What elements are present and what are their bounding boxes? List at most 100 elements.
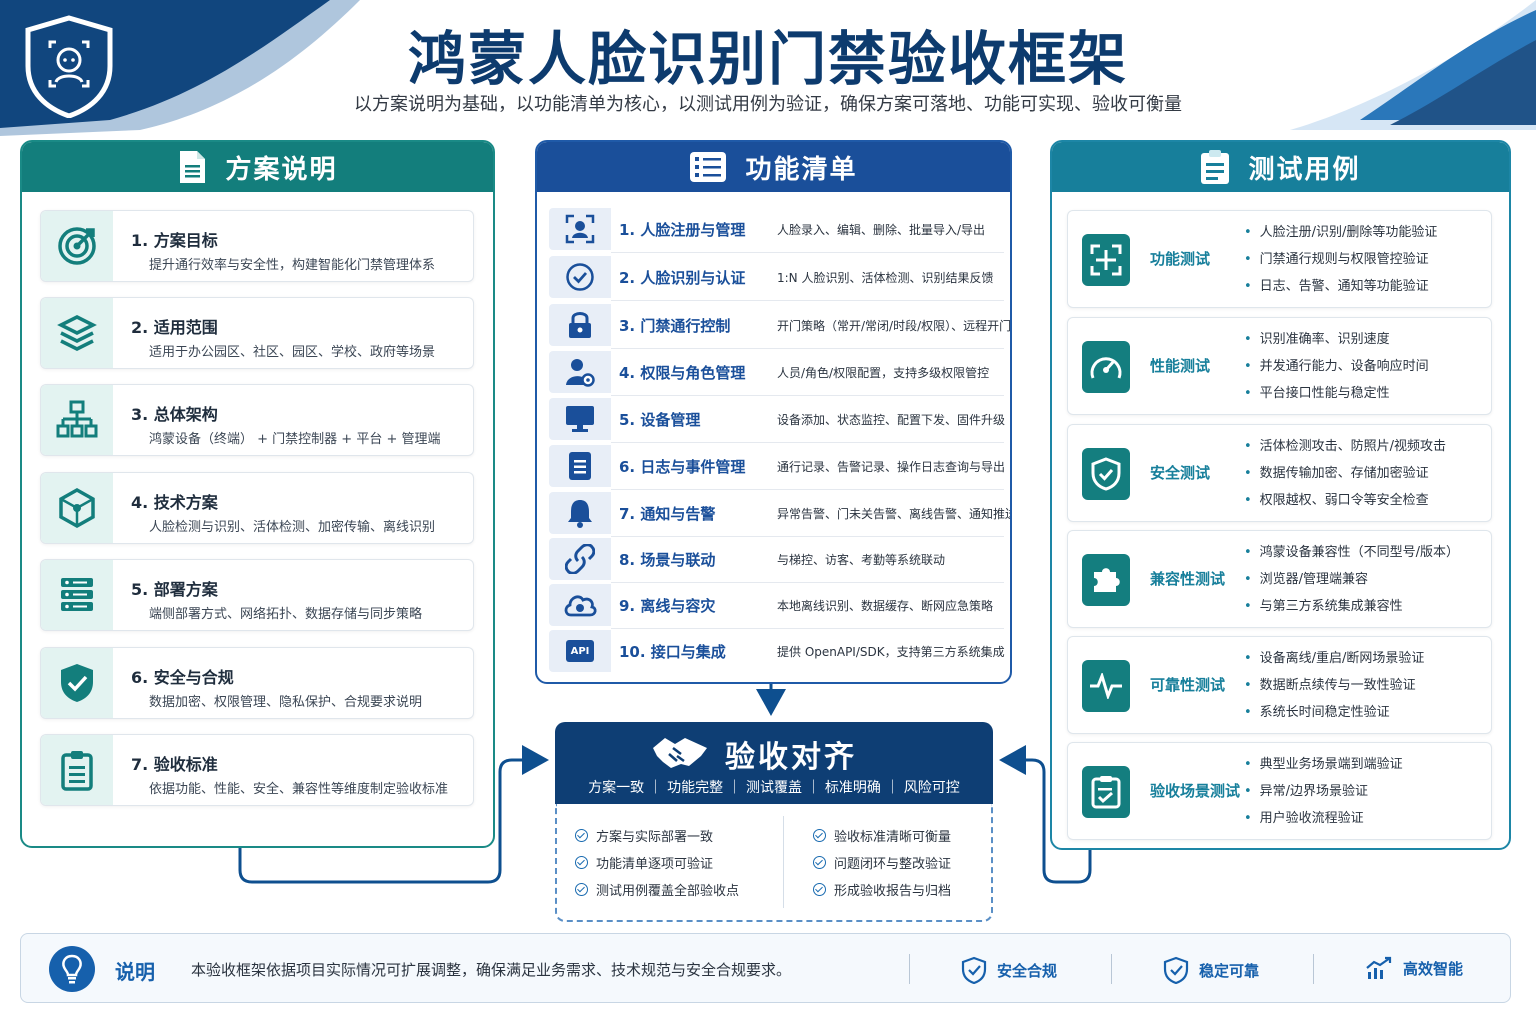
feature-desc: 通行记录、告警记录、操作日志查询与导出: [777, 460, 1006, 474]
feature-row: 7. 通知与告警 异常告警、门未关告警、离线告警、通知推送: [549, 492, 1010, 537]
feature-row: 6. 日志与事件管理 通行记录、告警记录、操作日志查询与导出: [549, 445, 1006, 490]
document-icon: [177, 150, 207, 184]
org-chart-icon: [56, 400, 98, 438]
feature-row: 5. 设备管理 设备添加、状态监控、配置下发、固件升级: [549, 398, 1005, 443]
test-point: 设备离线/重启/断网场景验证: [1244, 649, 1425, 676]
badge-reliability: 稳定可靠: [1163, 956, 1259, 984]
feature-row: API 10. 接口与集成 提供 OpenAPI/SDK，支持第三方系统集成: [549, 630, 1005, 672]
feature-desc: 人脸录入、编辑、删除、批量导入/导出: [777, 223, 986, 237]
features-panel: 功能清单 1. 人脸注册与管理 人脸录入、编辑、删除、批量导入/导出 2. 人脸…: [535, 140, 1012, 684]
test-point: 数据断点续传与一致性验证: [1244, 676, 1424, 703]
clipboard-list-icon: [1200, 149, 1230, 185]
scheme-item: 7. 验收标准 依据功能、性能、安全、兼容性等维度制定验收标准: [40, 734, 474, 806]
footer-label: 说明: [115, 960, 155, 984]
feature-title: 6. 日志与事件管理: [619, 458, 746, 476]
scheme-item: 3. 总体架构 鸿蒙设备（终端） + 门禁控制器 + 平台 + 管理端: [40, 384, 474, 456]
speedometer-icon: [1090, 357, 1122, 379]
scheme-item: 1. 方案目标 提升通行效率与安全性，构建智能化门禁管理体系: [40, 210, 474, 282]
test-category-label: 验收场景测试: [1150, 782, 1241, 800]
feature-desc: 提供 OpenAPI/SDK，支持第三方系统集成: [777, 645, 1005, 659]
test-point: 并发通行能力、设备响应时间: [1244, 357, 1429, 384]
test-point: 与第三方系统集成兼容性: [1244, 597, 1459, 624]
test-point: 用户验收流程验证: [1244, 809, 1403, 836]
scheme-item-desc: 鸿蒙设备（终端） + 门禁控制器 + 平台 + 管理端: [149, 432, 441, 447]
puzzle-icon: [1094, 568, 1120, 592]
alignment-check-item: 验收标准清晰可衡量: [813, 826, 951, 845]
scheme-panel-title: 方案说明: [225, 154, 338, 185]
scheme-panel: 方案说明 1. 方案目标 提升通行效率与安全性，构建智能化门禁管理体系 2. 适…: [20, 140, 495, 848]
scheme-item-desc: 端侧部署方式、网络拓扑、数据存储与同步策略: [149, 607, 423, 622]
test-category-label: 功能测试: [1150, 250, 1211, 268]
clipboard-icon: [61, 751, 93, 791]
feature-title: 3. 门禁通行控制: [619, 317, 731, 335]
link-icon: [565, 544, 595, 574]
features-panel-header: 功能清单: [537, 142, 1010, 192]
test-category-label: 性能测试: [1150, 357, 1211, 375]
pulse-icon: [1090, 673, 1122, 699]
cloud-icon: [564, 595, 597, 617]
list-icon: [689, 151, 727, 183]
alignment-checklist: 方案与实际部署一致 功能清单逐项可验证 测试用例覆盖全部验收点 验收标准清晰可衡…: [555, 804, 993, 922]
feature-title: 1. 人脸注册与管理: [619, 221, 746, 239]
test-point: 人脸注册/识别/删除等功能验证: [1244, 223, 1438, 250]
test-point: 数据传输加密、存储加密验证: [1244, 464, 1446, 491]
feature-desc: 1:N 人脸识别、活体检测、识别结果反馈: [777, 271, 994, 285]
test-point: 门禁通行规则与权限管控验证: [1244, 250, 1437, 277]
test-category: 安全测试 活体检测攻击、防照片/视频攻击 数据传输加密、存储加密验证 权限越权、…: [1067, 424, 1492, 522]
alignment-check-item: 形成验收报告与归档: [813, 880, 951, 899]
shield-check-icon: [961, 956, 987, 984]
feature-desc: 开门策略（常开/常闭/时段/权限）、远程开门: [777, 319, 1012, 333]
api-icon: API: [566, 640, 594, 662]
test-category: 兼容性测试 鸿蒙设备兼容性（不同型号/版本） 浏览器/管理端兼容 与第三方系统集…: [1067, 530, 1492, 628]
badge-security: 安全合规: [961, 956, 1057, 984]
feature-desc: 与梯控、访客、考勤等系统联动: [777, 553, 946, 567]
test-point: 鸿蒙设备兼容性（不同型号/版本）: [1244, 543, 1459, 570]
test-point: 识别准确率、识别速度: [1244, 330, 1429, 357]
test-point: 活体检测攻击、防照片/视频攻击: [1244, 437, 1446, 464]
scheme-item-title: 6. 安全与合规: [131, 668, 234, 687]
test-category: 验收场景测试 典型业务场景端到端验证 异常/边界场景验证 用户验收流程验证: [1067, 742, 1492, 840]
grid-icon: [1090, 244, 1122, 276]
scheme-item-title: 4. 技术方案: [131, 493, 218, 512]
monitor-icon: [566, 406, 594, 432]
feature-row: 2. 人脸识别与认证 1:N 人脸识别、活体检测、识别结果反馈: [549, 256, 1004, 301]
scheme-item: 2. 适用范围 适用于办公园区、社区、园区、学校、政府等场景: [40, 297, 474, 369]
test-category: 功能测试 人脸注册/识别/删除等功能验证 门禁通行规则与权限管控验证 日志、告警…: [1067, 210, 1492, 308]
feature-row: 3. 门禁通行控制 开门策略（常开/常闭/时段/权限）、远程开门: [549, 304, 1010, 349]
scheme-item-title: 3. 总体架构: [131, 405, 218, 424]
features-panel-title: 功能清单: [745, 154, 858, 185]
cube-icon: [59, 487, 95, 529]
face-scan-icon: [565, 214, 595, 244]
feature-row: 8. 场景与联动 与梯控、访客、考勤等系统联动: [549, 538, 1004, 583]
test-point: 权限越权、弱口令等安全检查: [1244, 491, 1446, 518]
test-category-label: 可靠性测试: [1150, 676, 1226, 694]
scheme-item-desc: 数据加密、权限管理、隐私保护、合规要求说明: [149, 695, 423, 710]
alignment-subtitle: 方案一致 ｜ 功能完整 ｜ 测试覆盖 ｜ 标准明确 ｜ 风险可控: [588, 780, 960, 796]
feature-row: 4. 权限与角色管理 人员/角色/权限配置，支持多级权限管控: [549, 351, 1004, 396]
test-point: 平台接口性能与稳定性: [1244, 384, 1429, 411]
footer-text: 本验收框架依据项目实际情况可扩展调整，确保满足业务需求、技术规范与安全合规要求。: [191, 961, 792, 979]
feature-title: 9. 离线与容灾: [619, 597, 716, 615]
alignment-check-item: 方案与实际部署一致: [575, 826, 713, 845]
feature-desc: 异常告警、门未关告警、离线告警、通知推送: [777, 507, 1012, 521]
feature-title: 7. 通知与告警: [619, 505, 716, 523]
feature-desc: 人员/角色/权限配置，支持多级权限管控: [777, 366, 990, 380]
test-point: 系统长时间稳定性验证: [1244, 703, 1424, 730]
scheme-item: 4. 技术方案 人脸检测与识别、活体检测、加密传输、离线识别: [40, 472, 474, 544]
checklist-icon: [1091, 776, 1121, 809]
test-point: 浏览器/管理端兼容: [1244, 570, 1459, 597]
lightbulb-icon: [49, 946, 95, 992]
test-category: 性能测试 识别准确率、识别速度 并发通行能力、设备响应时间 平台接口性能与稳定性: [1067, 317, 1492, 415]
server-icon: [61, 578, 93, 611]
feature-title: 2. 人脸识别与认证: [619, 269, 746, 287]
test-point: 典型业务场景端到端验证: [1244, 755, 1403, 782]
scheme-item-title: 7. 验收标准: [131, 755, 218, 774]
scheme-item: 6. 安全与合规 数据加密、权限管理、隐私保护、合规要求说明: [40, 647, 474, 719]
scheme-item-desc: 适用于办公园区、社区、园区、学校、政府等场景: [149, 345, 436, 360]
scheme-item-desc: 依据功能、性能、安全、兼容性等维度制定验收标准: [149, 782, 449, 797]
layers-icon: [57, 315, 97, 351]
alignment-box: 验收对齐 方案一致 ｜ 功能完整 ｜ 测试覆盖 ｜ 标准明确 ｜ 风险可控 方案…: [555, 722, 993, 922]
shield-check-icon: [1163, 956, 1189, 984]
scheme-item-title: 1. 方案目标: [131, 231, 218, 250]
target-icon: [58, 227, 96, 265]
